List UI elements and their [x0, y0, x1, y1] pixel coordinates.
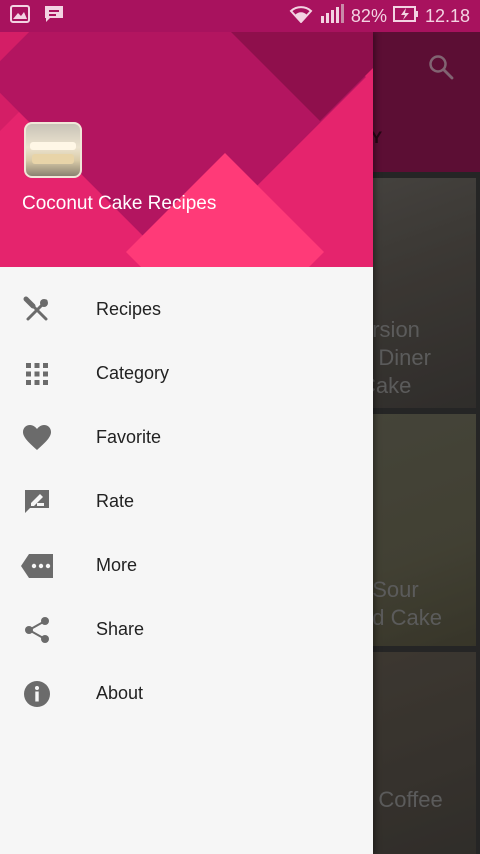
status-bar: 82% 12.18 [0, 0, 480, 32]
drawer-menu: Recipes Category Favorite Rate More Shar… [0, 267, 373, 726]
menu-item-more[interactable]: More [0, 534, 373, 598]
menu-item-label: Category [96, 363, 170, 383]
menu-item-about[interactable]: About [0, 662, 373, 726]
navigation-drawer: Coconut Cake Recipes Recipes Category Fa… [0, 32, 373, 854]
menu-item-label: Recipes [96, 299, 162, 319]
wifi-icon [289, 5, 313, 28]
utensils-icon [22, 295, 52, 325]
battery-charging-icon [392, 5, 419, 28]
menu-item-rate[interactable]: Rate [0, 470, 373, 534]
rate-review-icon [22, 487, 52, 517]
share-icon [22, 615, 52, 645]
drawer-header: Coconut Cake Recipes [0, 32, 373, 267]
heart-icon [22, 423, 52, 453]
battery-percent: 82% [350, 5, 387, 26]
menu-item-recipes[interactable]: Recipes [0, 278, 373, 342]
menu-item-category[interactable]: Category [0, 342, 373, 406]
more-tag-icon [20, 551, 54, 581]
signal-icon [319, 3, 345, 29]
menu-item-label: Rate [96, 491, 135, 511]
menu-item-favorite[interactable]: Favorite [0, 406, 373, 470]
grid-icon [22, 359, 52, 389]
image-icon [10, 4, 30, 28]
menu-item-share[interactable]: Share [0, 598, 373, 662]
clock: 12.18 [424, 5, 470, 26]
info-icon [22, 679, 52, 709]
menu-item-label: More [96, 555, 138, 575]
app-logo [24, 122, 82, 178]
menu-item-label: Share [96, 619, 145, 639]
message-icon [44, 5, 64, 28]
menu-item-label: About [96, 683, 144, 703]
app-title: Coconut Cake Recipes [22, 193, 217, 214]
menu-item-label: Favorite [96, 427, 162, 447]
